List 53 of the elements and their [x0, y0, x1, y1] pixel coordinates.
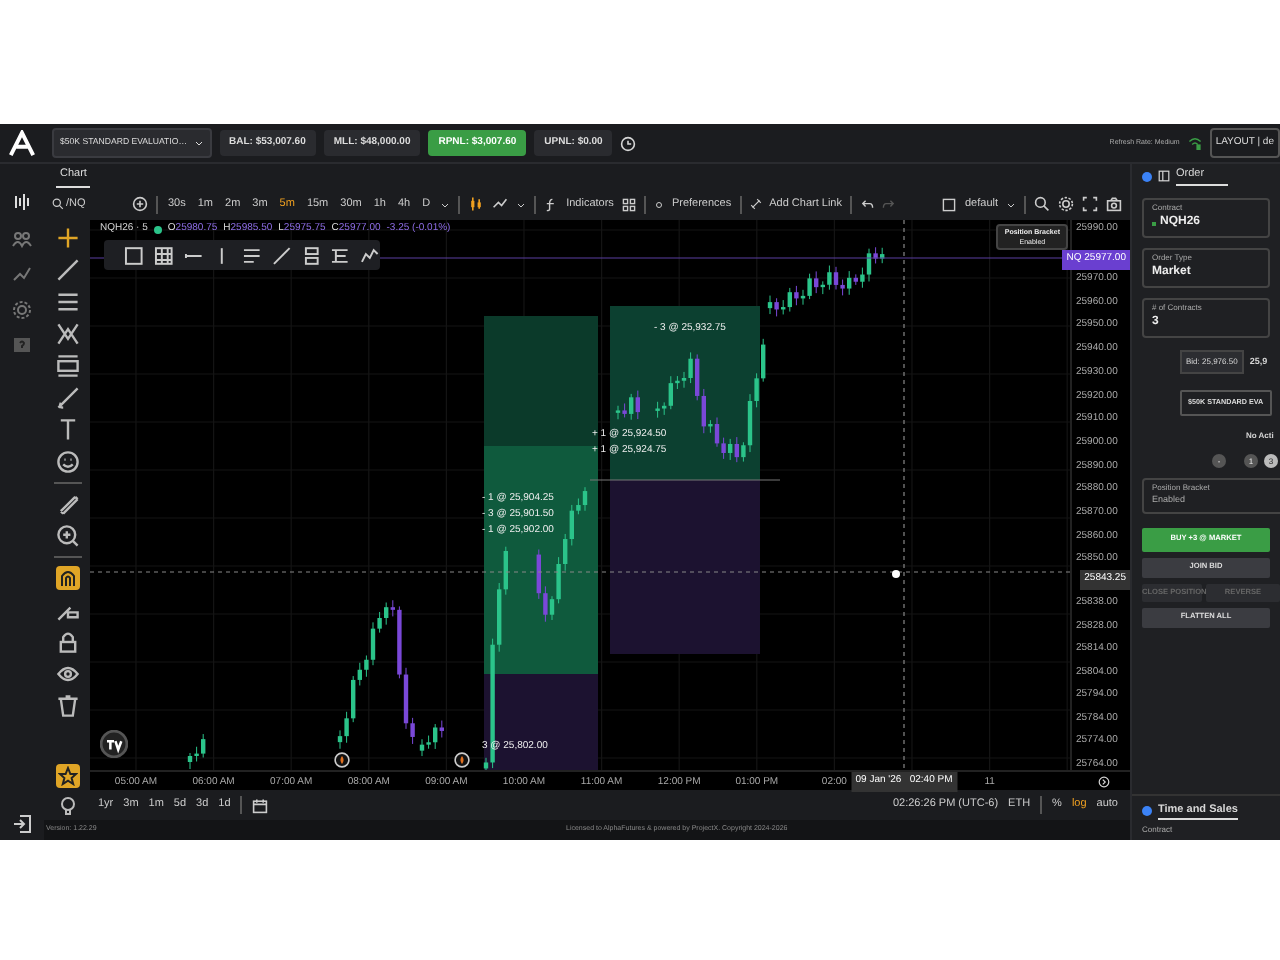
- status-dot-icon: [1142, 805, 1152, 816]
- search-icon: [52, 198, 64, 210]
- rectangle-tool-icon[interactable]: [55, 354, 79, 378]
- bulb-icon[interactable]: [57, 796, 77, 816]
- ruler-icon[interactable]: [55, 492, 79, 516]
- people-icon[interactable]: [12, 228, 32, 248]
- add-icon[interactable]: [132, 196, 148, 212]
- cursor-dot: [892, 570, 900, 578]
- event-marker-icon[interactable]: [454, 752, 470, 768]
- logo-icon: [100, 730, 128, 758]
- rectangle-icon[interactable]: [124, 245, 144, 265]
- settings-icon[interactable]: [1058, 196, 1074, 212]
- lock-icon[interactable]: [55, 630, 79, 654]
- crosshair-icon[interactable]: [55, 226, 79, 250]
- function-icon: [544, 197, 559, 211]
- lines-icon[interactable]: [242, 245, 262, 265]
- brush-icon[interactable]: [55, 386, 79, 410]
- zoom-icon[interactable]: [1034, 196, 1050, 212]
- line-chart-icon[interactable]: [492, 196, 509, 212]
- text-tool-icon[interactable]: [55, 418, 79, 442]
- panel-icon[interactable]: [1158, 170, 1170, 182]
- checkbox-icon[interactable]: [942, 197, 957, 211]
- logo-icon[interactable]: [8, 129, 36, 157]
- camera-icon[interactable]: [1106, 196, 1122, 212]
- fullscreen-icon[interactable]: [1082, 196, 1098, 212]
- eye-icon[interactable]: [55, 662, 79, 686]
- magnet-icon[interactable]: [55, 566, 79, 590]
- calendar-icon[interactable]: [252, 797, 269, 813]
- axis-settings-icon[interactable]: [1098, 776, 1110, 788]
- parallel-lines-icon[interactable]: [55, 290, 79, 314]
- signal-icon: [1187, 136, 1202, 150]
- trend-icon[interactable]: [12, 264, 32, 284]
- logout-icon[interactable]: [12, 814, 32, 834]
- chart-icon[interactable]: [12, 192, 32, 212]
- range-icon[interactable]: [330, 245, 351, 265]
- candles-icon[interactable]: [468, 196, 485, 212]
- table-icon[interactable]: [153, 245, 174, 265]
- status-dot-icon: [1142, 171, 1152, 181]
- status-dot-icon: [153, 225, 162, 234]
- zoom-in-icon[interactable]: [55, 524, 79, 548]
- grid-icon[interactable]: [621, 197, 636, 211]
- link-icon: [749, 198, 762, 210]
- zigzag-icon[interactable]: [360, 245, 381, 265]
- star-icon[interactable]: [55, 764, 79, 788]
- event-marker-icon[interactable]: [334, 752, 350, 768]
- fib-icon[interactable]: [301, 245, 321, 265]
- clock-icon[interactable]: [620, 135, 637, 151]
- line-tool-icon[interactable]: [55, 258, 79, 282]
- undo-icon[interactable]: [859, 197, 874, 211]
- line-tool-icon[interactable]: [271, 245, 292, 265]
- trash-icon[interactable]: [55, 694, 79, 718]
- pattern-icon[interactable]: [55, 322, 79, 346]
- emoji-icon[interactable]: [55, 450, 79, 474]
